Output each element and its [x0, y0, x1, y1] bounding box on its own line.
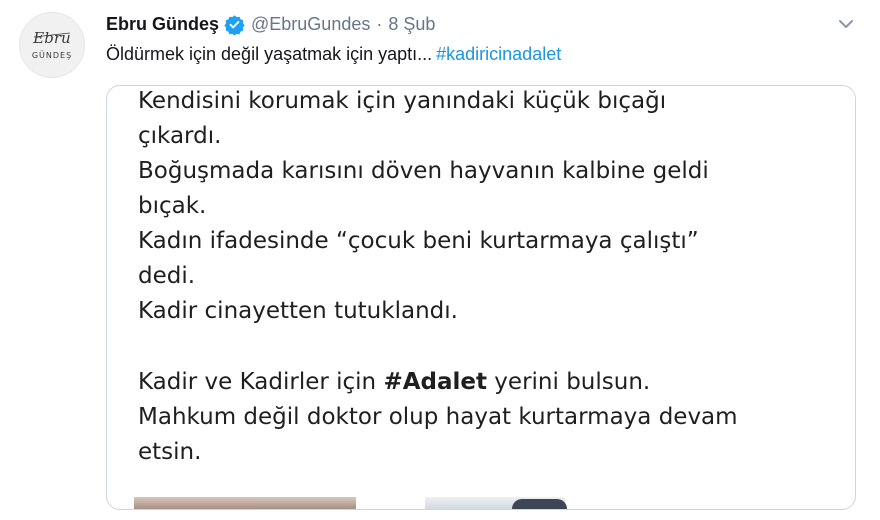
- separator-dot: ·: [376, 13, 383, 34]
- photo-fragment: [512, 499, 567, 509]
- image-text-line: etsin.: [138, 439, 202, 465]
- next-image-preview-strip: [107, 497, 855, 509]
- display-name[interactable]: Ebru Gündeş: [106, 14, 219, 35]
- avatar[interactable]: Ebru GÜNDEŞ: [19, 12, 85, 78]
- image-text-line: Boğuşmada karısını döven hayvanın kalbin…: [138, 158, 709, 184]
- chevron-down-icon[interactable]: [834, 12, 858, 36]
- tweet-header: Ebru Gündeş @EbruGundes · 8 Şub: [106, 10, 435, 38]
- adalet-hashtag: #Adalet: [383, 369, 487, 395]
- tweet-body: Öldürmek için değil yaşatmak için yaptı.…: [106, 44, 433, 64]
- svg-text:GÜNDEŞ: GÜNDEŞ: [32, 50, 72, 60]
- image-text-line: Kadir cinayetten tutuklandı.: [138, 298, 458, 324]
- image-text-line: Mahkum değil doktor olup hayat kurtarmay…: [138, 404, 738, 430]
- photo-fragment: [134, 497, 356, 509]
- image-text-line: Kendisini korumak için yanındaki küçük b…: [138, 88, 667, 114]
- image-text-line: Kadın ifadesinde “çocuk beni kurtarmaya …: [138, 228, 699, 254]
- image-text-line: bıçak.: [138, 193, 207, 219]
- image-text-block: Kendisini korumak için yanındaki küçük b…: [138, 86, 738, 470]
- adalet-line-start: Kadir ve Kadirler için: [138, 369, 384, 395]
- tweet-media-image[interactable]: Kendisini korumak için yanındaki küçük b…: [106, 85, 856, 510]
- user-handle[interactable]: @EbruGundes: [251, 14, 370, 35]
- tweet-text: Öldürmek için değil yaşatmak için yaptı.…: [106, 44, 561, 65]
- image-text-spacer: [138, 329, 738, 365]
- image-text-line-hashtag: Kadir ve Kadirler için #Adalet yerini bu…: [138, 365, 738, 400]
- svg-text:Ebru: Ebru: [32, 29, 70, 47]
- tweet: Ebru GÜNDEŞ Ebru Gündeş @EbruGundes · 8 …: [0, 0, 880, 520]
- verified-badge-icon: [224, 14, 245, 35]
- image-text-line: çıkardı.: [138, 123, 222, 149]
- hashtag-link[interactable]: #kadiricinadalet: [436, 44, 561, 64]
- tweet-timestamp[interactable]: 8 Şub: [388, 14, 435, 35]
- adalet-line-end: yerini bulsun.: [487, 369, 651, 395]
- ebru-gundes-logo-icon: Ebru GÜNDEŞ: [32, 29, 72, 60]
- image-text-line: dedi.: [138, 263, 196, 289]
